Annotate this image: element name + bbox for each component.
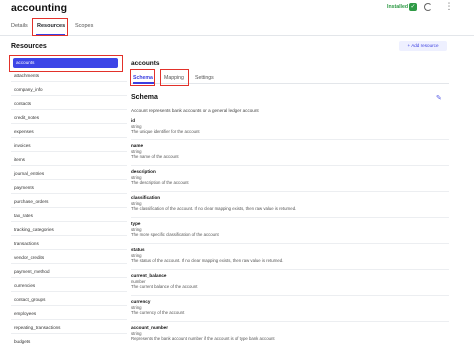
- resource-item[interactable]: payments: [11, 183, 122, 193]
- divider: [131, 217, 449, 218]
- schema-field: currency string The currency of the acco…: [131, 299, 441, 316]
- top-bar: accounting Installed ✓ ⋮: [0, 0, 474, 18]
- tab-details[interactable]: Details: [11, 23, 28, 29]
- resource-item[interactable]: tracking_categories: [11, 225, 122, 235]
- edit-icon[interactable]: ✎: [436, 95, 443, 102]
- field-description: The unique identifier for the account: [131, 129, 200, 135]
- divider: [11, 291, 127, 292]
- divider: [11, 109, 127, 110]
- divider: [11, 221, 127, 222]
- resource-item[interactable]: payment_method: [11, 267, 122, 277]
- resource-item[interactable]: currencies: [11, 281, 122, 291]
- divider: [11, 81, 127, 82]
- schema-description: Account represents bank accounts or a ge…: [131, 108, 259, 113]
- divider: [11, 277, 127, 278]
- resource-item[interactable]: items: [11, 155, 122, 165]
- schema-field: status string The status of the account.…: [131, 247, 441, 264]
- resource-item[interactable]: tax_rates: [11, 211, 122, 221]
- check-icon: ✓: [409, 3, 417, 11]
- resource-item[interactable]: credit_notes: [11, 113, 122, 123]
- installed-status: Installed: [387, 4, 409, 10]
- main-tabs: Details Resources Scopes: [0, 20, 474, 36]
- resources-heading: Resources: [11, 43, 47, 50]
- divider: [131, 243, 449, 244]
- add-resource-button[interactable]: + Add resource: [399, 41, 447, 51]
- divider: [11, 179, 127, 180]
- highlight-box-accounts: [9, 55, 123, 72]
- resource-item[interactable]: contacts: [11, 99, 122, 109]
- resource-item[interactable]: expenses: [11, 127, 122, 137]
- schema-heading: Schema: [131, 94, 158, 101]
- schema-field: current_balance number The current balan…: [131, 273, 441, 290]
- field-description: The classification of the account. If no…: [131, 206, 297, 212]
- divider: [11, 123, 127, 124]
- schema-field: classification string The classification…: [131, 195, 441, 212]
- resource-item[interactable]: vendor_credits: [11, 253, 122, 263]
- field-description: The description of the account: [131, 180, 189, 186]
- refresh-icon[interactable]: [424, 3, 432, 11]
- divider: [131, 269, 449, 270]
- resource-item[interactable]: company_info: [11, 85, 122, 95]
- resource-item[interactable]: invoices: [11, 141, 122, 151]
- resource-item[interactable]: attachments: [11, 71, 122, 81]
- page-title: accounting: [11, 2, 68, 14]
- resource-item[interactable]: journal_entries: [11, 169, 122, 179]
- divider: [11, 235, 127, 236]
- field-description: The status of the account. If no clear m…: [131, 258, 284, 264]
- divider: [131, 165, 449, 166]
- resource-item[interactable]: repeating_transactions: [11, 323, 122, 333]
- resource-item[interactable]: transactions: [11, 239, 122, 249]
- divider: [11, 249, 127, 250]
- divider: [11, 207, 127, 208]
- resource-title: accounts: [131, 60, 160, 67]
- divider: [11, 193, 127, 194]
- resource-item[interactable]: budgets: [11, 337, 122, 346]
- divider: [11, 319, 127, 320]
- divider: [11, 165, 127, 166]
- resource-item[interactable]: contact_groups: [11, 295, 122, 305]
- divider: [11, 95, 127, 96]
- highlight-box-resources-tab: [32, 18, 68, 36]
- highlight-box-mapping-tab: [160, 69, 189, 86]
- divider: [11, 263, 127, 264]
- divider: [131, 139, 449, 140]
- field-description: The name of the account: [131, 154, 179, 160]
- divider: [131, 321, 449, 322]
- resource-item[interactable]: employees: [11, 309, 122, 319]
- resource-item[interactable]: purchase_orders: [11, 197, 122, 207]
- highlight-box-schema-tab: [130, 69, 155, 86]
- schema-field: description string The description of th…: [131, 169, 441, 186]
- field-description: The currency of the account: [131, 310, 185, 316]
- field-description: The more specific classification of the …: [131, 232, 219, 238]
- divider: [11, 305, 127, 306]
- field-description: Represents the bank account number if th…: [131, 336, 275, 342]
- divider: [11, 333, 127, 334]
- tab-scopes[interactable]: Scopes: [75, 23, 93, 29]
- divider: [131, 295, 449, 296]
- tab-settings[interactable]: Settings: [195, 75, 214, 81]
- field-description: The current balance of the account: [131, 284, 198, 290]
- divider: [11, 151, 127, 152]
- schema-field: id string The unique identifier for the …: [131, 118, 441, 135]
- divider: [131, 191, 449, 192]
- more-icon[interactable]: ⋮: [444, 2, 454, 12]
- divider: [11, 137, 127, 138]
- schema-field: name string The name of the account: [131, 143, 441, 160]
- schema-field: type string The more specific classifica…: [131, 221, 441, 238]
- schema-field: account_number string Represents the ban…: [131, 325, 441, 342]
